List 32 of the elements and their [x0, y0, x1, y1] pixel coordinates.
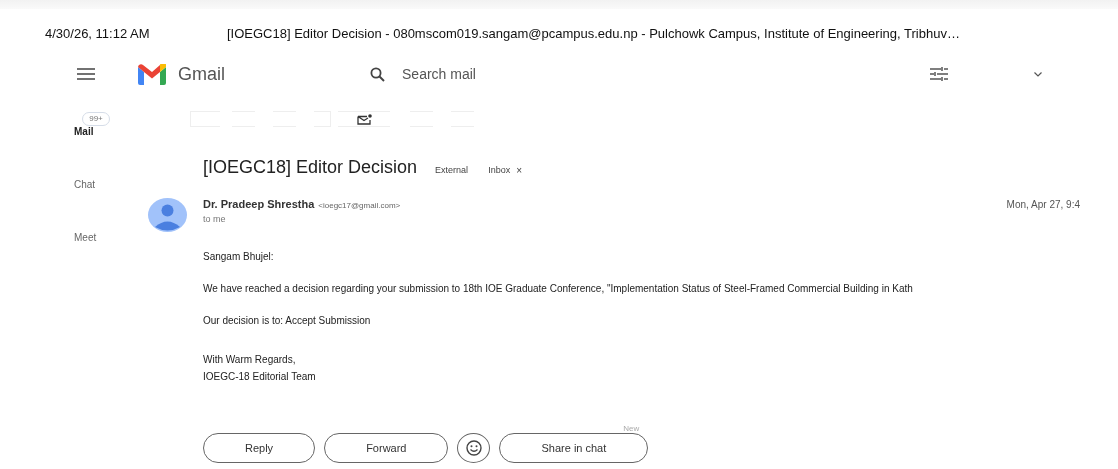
- print-date: 4/30/26, 11:12 AM: [45, 25, 151, 41]
- avatar-icon: [148, 198, 187, 232]
- email-paragraph: We have reached a decision regarding your submission to 18th IOE Graduate Conference, "Implementation Status of Steel-Framed Commercial Building in Kath: [203, 282, 914, 296]
- email-date: Mon, Apr 27, 9:4: [1006, 199, 1080, 210]
- envelope-icon: [356, 113, 372, 125]
- email-subject: [IOEGC18] Editor Decision: [203, 157, 418, 178]
- menu-icon[interactable]: [77, 68, 95, 80]
- chevron-down-icon[interactable]: [1034, 71, 1042, 77]
- signature-line: With Warm Regards,: [203, 353, 297, 367]
- recipient-text: to me: [203, 214, 227, 224]
- signature-line: IOEGC-18 Editorial Team: [203, 370, 317, 384]
- label-text: Inbox: [488, 165, 511, 176]
- nav-item[interactable]: Meet: [74, 232, 148, 285]
- email-paragraph: Our decision is to: Accept Submission: [203, 314, 372, 328]
- app-name: Gmail: [178, 63, 225, 85]
- mail-logo-icon: [138, 63, 166, 85]
- search-field[interactable]: Search mail: [402, 66, 702, 82]
- filter-sliders-icon[interactable]: [930, 66, 948, 82]
- search-icon[interactable]: [370, 66, 385, 82]
- action-button[interactable]: Reply: [203, 433, 316, 463]
- nav-item[interactable]: Mail: [74, 126, 148, 179]
- action-button[interactable]: Forward: [324, 433, 449, 463]
- email-paragraph: Sangam Bhujel:: [203, 250, 275, 264]
- nav-item[interactable]: Chat: [74, 179, 148, 232]
- emoji-reaction-button[interactable]: [457, 433, 491, 463]
- sender-email: <ioegc17@gmail.com>: [318, 201, 401, 210]
- new-badge: New: [621, 424, 642, 433]
- smiley-icon: [465, 440, 482, 456]
- label-text: External: [435, 165, 469, 175]
- remove-label-button[interactable]: ×: [516, 165, 522, 176]
- sender-name: Dr. Pradeep Shrestha: [203, 198, 315, 210]
- page-title: [IOEGC18] Editor Decision - 080mscom019.sangam@pcampus.edu.np - Pulchowk Campus, Institute of Engineering, Tribhuv…: [227, 25, 960, 41]
